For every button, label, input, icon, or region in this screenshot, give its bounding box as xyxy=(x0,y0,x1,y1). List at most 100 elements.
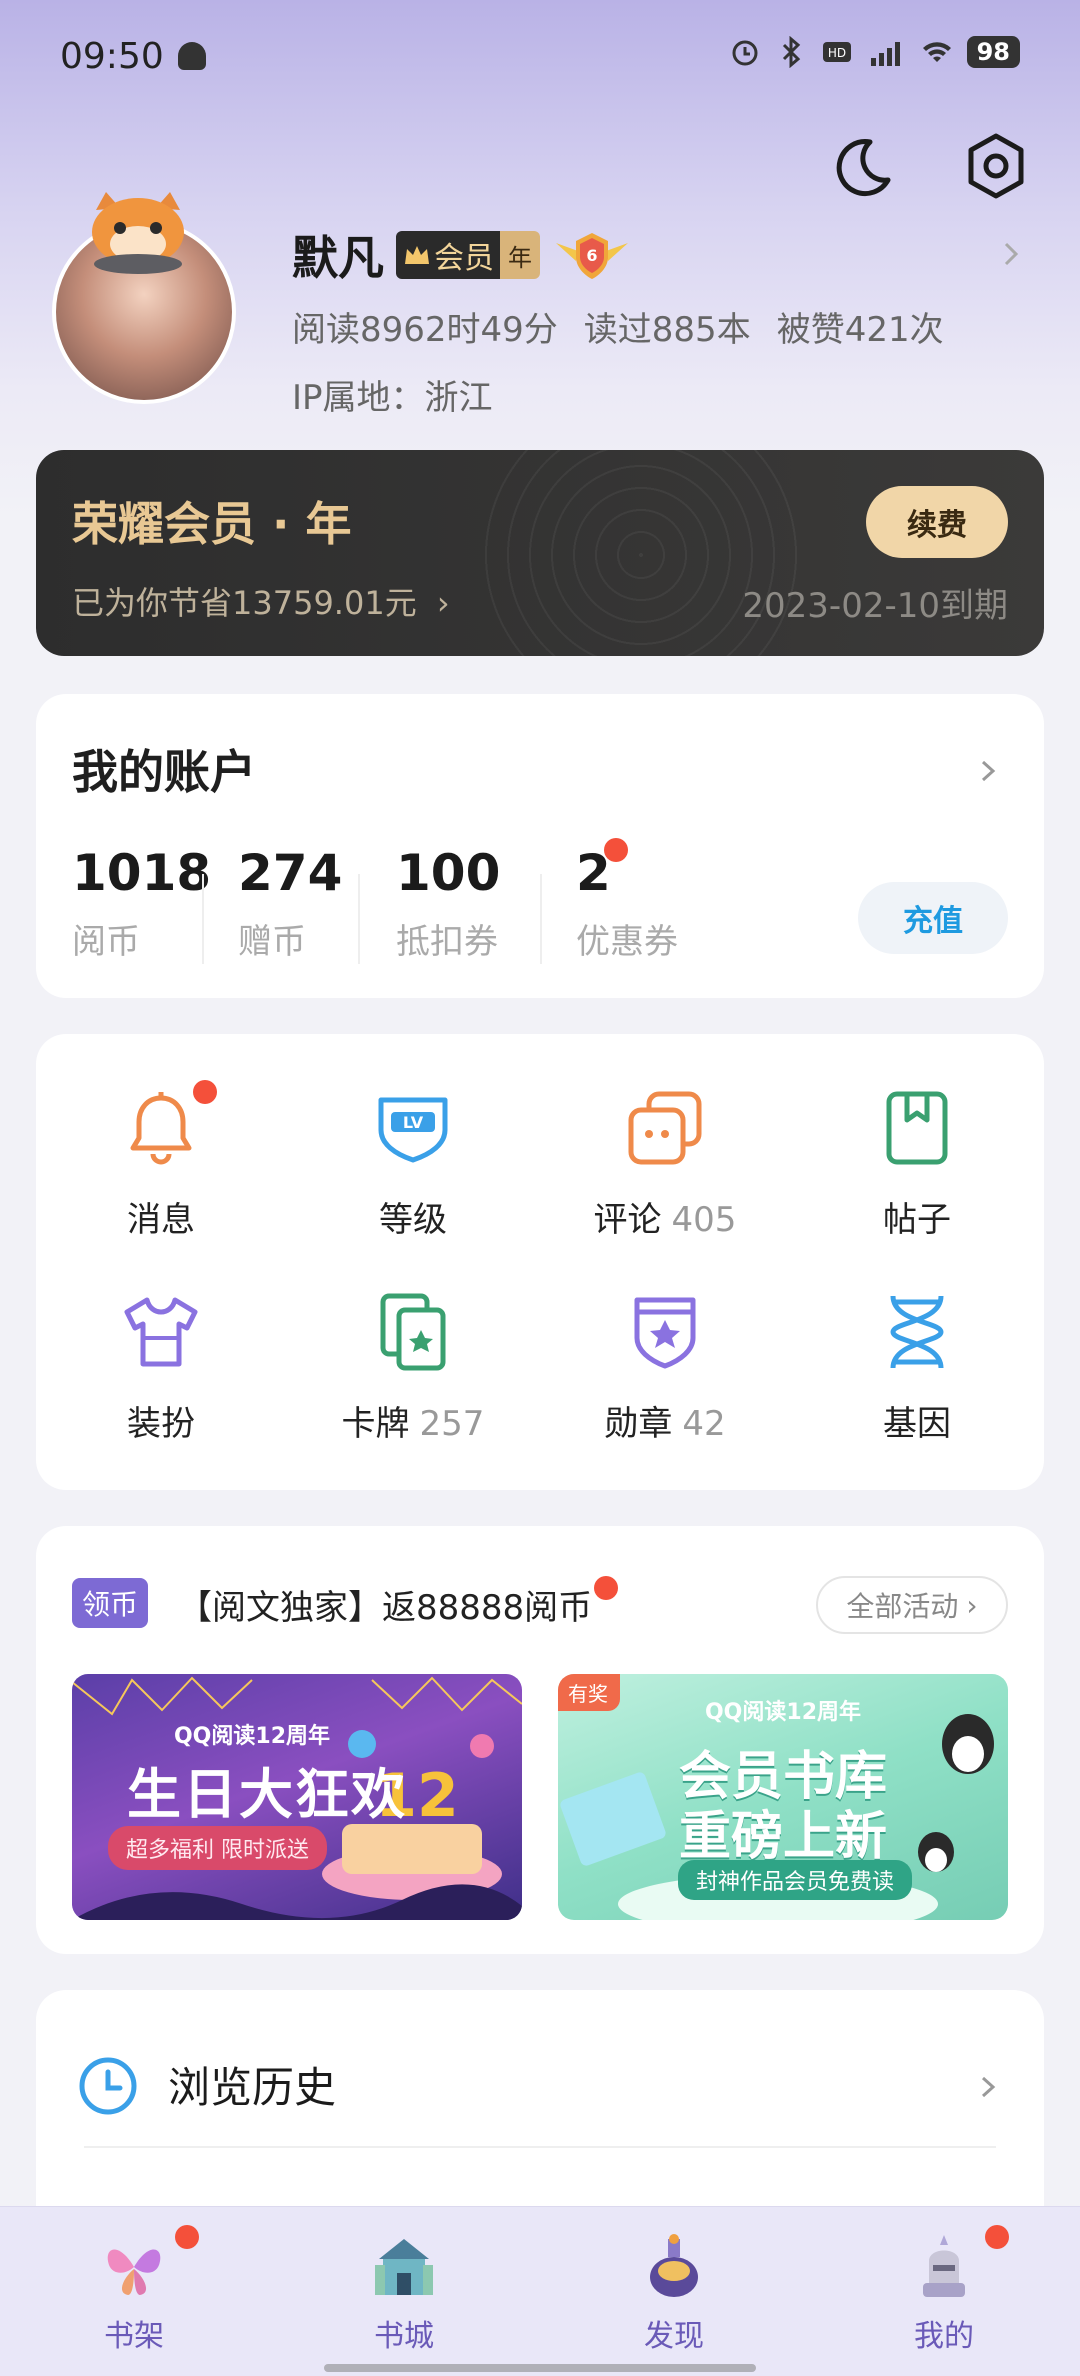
history-title: 浏览历史 xyxy=(168,2063,337,2112)
cards-icon xyxy=(380,1293,446,1371)
grid-item-comments[interactable]: 评论 405 xyxy=(540,1086,790,1241)
reading-time: 阅读8962时49分 xyxy=(292,310,558,350)
vip-badge[interactable]: 会员 年 xyxy=(396,231,540,279)
grid-item-medals[interactable]: 勋章 42 xyxy=(540,1290,790,1445)
nav-bookstore[interactable]: 书城 xyxy=(334,2231,474,2355)
all-activities-button[interactable]: 全部活动 › xyxy=(816,1576,1008,1634)
notification-dot xyxy=(193,1080,217,1104)
history-chevron-icon[interactable] xyxy=(978,2070,1000,2104)
medal-icon xyxy=(634,1297,696,1369)
bottom-navigation: 书架 书城 发现 我的 xyxy=(0,2206,1080,2376)
butterfly-icon xyxy=(107,2249,161,2295)
banner2-subtitle: QQ阅读12周年 xyxy=(704,1700,862,1725)
notification-dot xyxy=(985,2225,1009,2249)
crown-icon xyxy=(405,246,429,264)
potion-icon xyxy=(650,2234,698,2297)
divider xyxy=(358,874,360,964)
nav-discover-label: 发现 xyxy=(644,2319,704,2354)
recharge-button[interactable]: 充值 xyxy=(858,882,1008,954)
divider xyxy=(540,874,542,964)
posts-label: 帖子 xyxy=(883,1200,951,1240)
vip-expire-date: 2023-02-10到期 xyxy=(742,586,1008,626)
nav-discover[interactable]: 发现 xyxy=(604,2231,744,2355)
yuebi-value: 1018 xyxy=(72,844,212,902)
vip-badge-main: 会员 xyxy=(396,231,500,279)
coin-tag: 领币 xyxy=(72,1578,148,1628)
level-number: 6 xyxy=(586,246,597,265)
vip-card[interactable]: 荣耀会员 · 年 已为你节省13759.01元 › 续费 2023-02-10到… xyxy=(36,450,1044,656)
grid-item-gene[interactable]: 基因 xyxy=(792,1290,1042,1445)
banner2-title-line2: 重磅上新 xyxy=(678,1807,887,1867)
account-card[interactable]: 我的账户 1018 阅币 274 赠币 100 抵扣券 2 优惠券 充值 xyxy=(36,694,1044,998)
chevron-right-icon: › xyxy=(436,584,450,622)
grid-item-dressup[interactable]: 装扮 xyxy=(36,1290,286,1445)
status-bar: 09:50 HD 98 xyxy=(0,0,1080,116)
coupon-label: 优惠券 xyxy=(576,922,678,962)
cards-label: 卡牌 xyxy=(341,1404,410,1444)
nav-mine[interactable]: 我的 xyxy=(874,2225,1014,2355)
account-item-voucher[interactable]: 100 抵扣券 xyxy=(396,844,500,963)
avatar[interactable] xyxy=(48,190,248,410)
comment-icon xyxy=(628,1091,702,1165)
divider xyxy=(202,874,204,964)
yuebi-label: 阅币 xyxy=(72,922,140,962)
comments-count: 405 xyxy=(671,1200,737,1240)
vip-title: 荣耀会员 · 年 xyxy=(72,497,352,551)
banner1-subtitle: QQ阅读12周年 xyxy=(173,1724,331,1749)
account-chevron-icon[interactable] xyxy=(978,754,1000,788)
nav-bookstore-label: 书城 xyxy=(374,2319,434,2354)
post-icon xyxy=(886,1091,948,1165)
level-badge-icon[interactable]: 6 xyxy=(552,229,632,281)
banner1-pill: 超多福利 限时派送 xyxy=(108,1826,327,1870)
tshirt-icon xyxy=(124,1297,198,1367)
nav-bookshelf[interactable]: 书架 xyxy=(64,2225,204,2355)
all-activities-label: 全部活动 xyxy=(846,1590,959,1623)
books-read: 读过885本 xyxy=(583,310,751,350)
messages-label: 消息 xyxy=(127,1200,195,1240)
settings-icon[interactable] xyxy=(958,128,1034,204)
account-item-coupon[interactable]: 2 优惠券 xyxy=(576,838,678,963)
grid-item-posts[interactable]: 帖子 xyxy=(792,1086,1042,1241)
clock-icon xyxy=(79,2057,137,2115)
activity-title[interactable]: 【阅文独家】返88888阅币 xyxy=(178,1576,619,1629)
nav-mine-label: 我的 xyxy=(914,2319,974,2354)
renew-button[interactable]: 续费 xyxy=(866,486,1008,558)
cards-count: 257 xyxy=(419,1404,485,1444)
member-library-banner[interactable]: 有奖 QQ阅读12周年 会员书库 重磅上新 封神作品会员免费读 xyxy=(558,1674,1008,1920)
svg-text:HD: HD xyxy=(827,46,845,60)
feature-grid: 消息 LV 等级 评论 405 帖子 装扮 卡牌 257 勋章 42 基因 xyxy=(36,1034,1044,1490)
bluetooth-icon xyxy=(782,36,800,68)
zengbi-value: 274 xyxy=(238,844,343,902)
account-title: 我的账户 xyxy=(72,745,256,799)
grid-item-level[interactable]: LV 等级 xyxy=(288,1086,538,1241)
hd-icon: HD xyxy=(822,42,851,62)
username: 默凡 xyxy=(292,231,384,285)
voucher-value: 100 xyxy=(396,844,501,902)
account-item-zengbi[interactable]: 274 赠币 xyxy=(238,844,342,963)
medals-count: 42 xyxy=(682,1404,726,1444)
castle-icon xyxy=(375,2239,433,2295)
birthday-banner[interactable]: 12 QQ阅读12周年 生日大狂欢 超多福利 限时派送 xyxy=(72,1674,522,1920)
profile-chevron-icon[interactable] xyxy=(1000,236,1024,272)
vip-period: 年 xyxy=(500,231,540,279)
level-icon: LV xyxy=(378,1097,448,1163)
grid-item-messages[interactable]: 消息 xyxy=(36,1080,286,1241)
status-time: 09:50 xyxy=(60,36,164,77)
banner2-pill: 封神作品会员免费读 xyxy=(678,1860,913,1900)
cat-avatar-frame-icon xyxy=(92,192,184,274)
night-mode-icon[interactable] xyxy=(824,128,900,204)
grid-item-cards[interactable]: 卡牌 257 xyxy=(288,1290,538,1445)
svg-text:LV: LV xyxy=(403,1113,424,1132)
profile-name-row[interactable]: 默凡 会员 年 6 xyxy=(292,222,632,288)
vip-savings[interactable]: 已为你节省13759.01元 › xyxy=(72,578,450,624)
status-icons: HD 98 xyxy=(729,36,1020,68)
history-card[interactable]: 浏览历史 xyxy=(36,1990,1044,2220)
account-item-yuebi[interactable]: 1018 阅币 xyxy=(72,844,211,963)
dna-icon xyxy=(890,1295,944,1369)
notification-dot xyxy=(594,1576,619,1600)
home-indicator[interactable] xyxy=(324,2364,756,2372)
chevron-right-icon: › xyxy=(966,1588,978,1622)
vip-label: 会员 xyxy=(434,241,494,276)
zengbi-label: 赠币 xyxy=(238,922,306,962)
battery-indicator: 98 xyxy=(966,36,1020,68)
